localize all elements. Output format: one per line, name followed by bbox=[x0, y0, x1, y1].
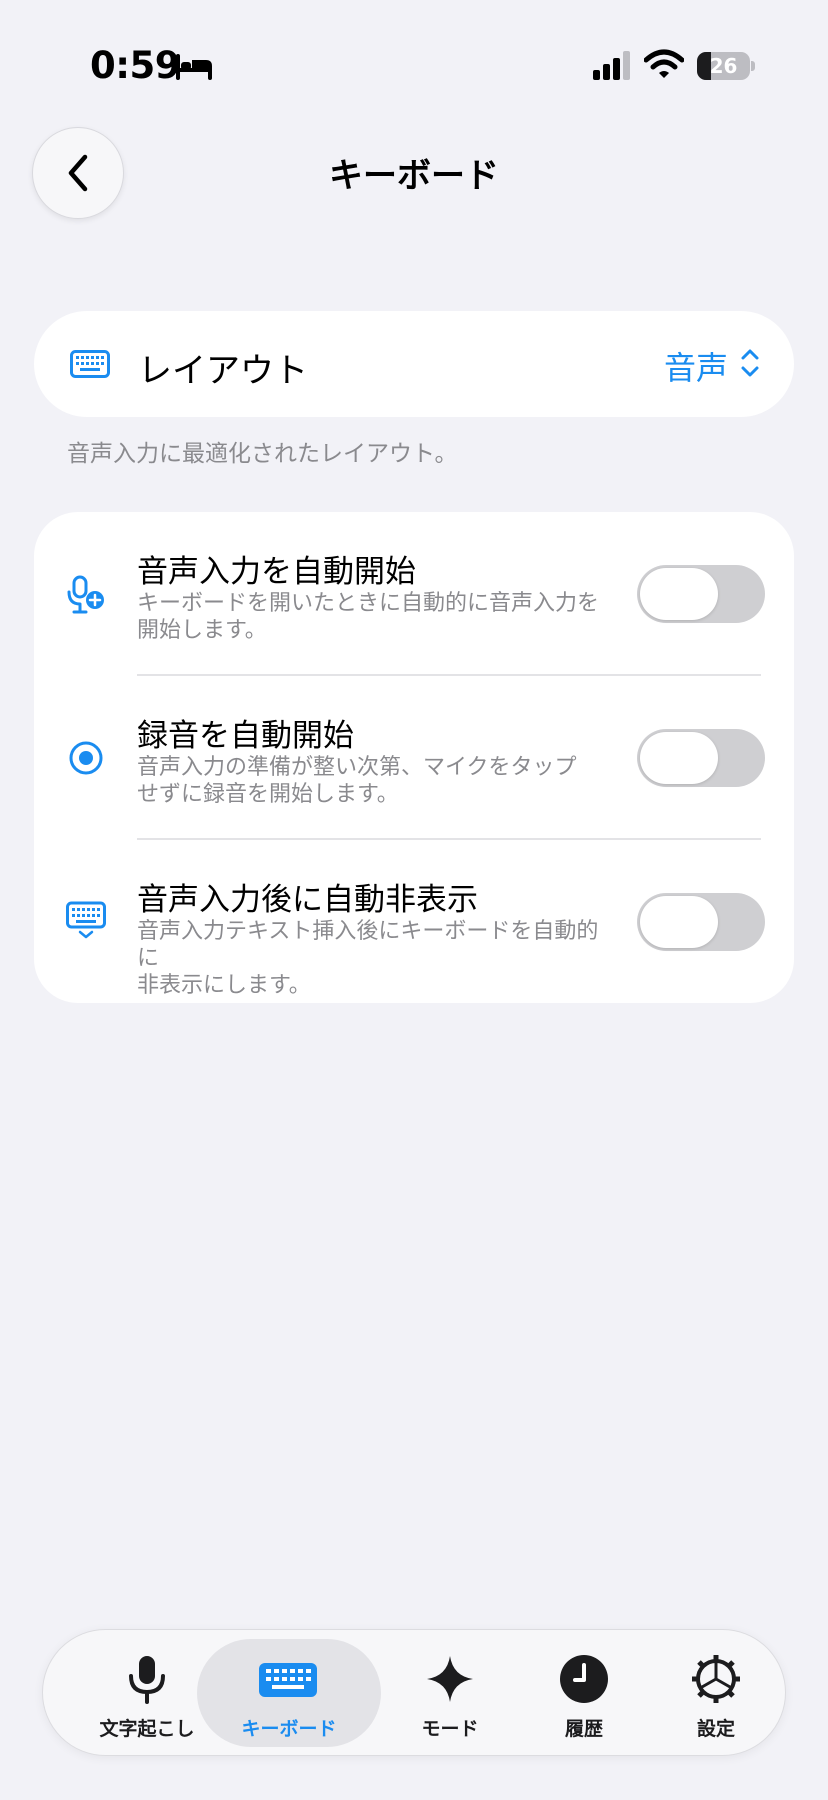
wifi-icon bbox=[644, 49, 684, 78]
layout-value-picker[interactable]: 音声 bbox=[664, 343, 728, 389]
toggle-knob bbox=[640, 568, 718, 620]
layout-label: レイアウト bbox=[138, 351, 308, 391]
status-time: 0:59 bbox=[90, 44, 181, 87]
keyboard-hide-icon bbox=[66, 901, 106, 939]
tab-label: モード bbox=[421, 1718, 479, 1740]
tab-mode[interactable]: モード bbox=[389, 1630, 511, 1755]
chevron-up-down-icon bbox=[741, 349, 759, 377]
auto-start-recording-toggle[interactable] bbox=[637, 729, 765, 787]
toggle-knob bbox=[640, 732, 718, 784]
sparkle-icon bbox=[427, 1656, 473, 1702]
sleep-bed-icon bbox=[176, 54, 212, 80]
page-title: キーボード bbox=[329, 156, 499, 196]
auto-options-card: 音声入力を自動開始 キーボードを開いたときに自動的に音声入力を 開始します。 録… bbox=[34, 512, 794, 1003]
battery-percentage: 26 bbox=[709, 54, 738, 78]
layout-setting-row[interactable]: レイアウト 音声 bbox=[34, 311, 794, 417]
tab-label: キーボード bbox=[241, 1718, 337, 1740]
keyboard-icon bbox=[259, 1663, 317, 1697]
tab-label: 文字起こし bbox=[99, 1718, 195, 1740]
keyboard-settings-screen: 0:59 26 キーボード レイアウト 音声 音声入力に最適化されたレイアウト。… bbox=[0, 0, 828, 1800]
toggle-knob bbox=[640, 896, 718, 948]
option-title: 録音を自動開始 bbox=[137, 718, 354, 754]
layout-footnote: 音声入力に最適化されたレイアウト。 bbox=[67, 441, 458, 467]
option-description: キーボードを開いたときに自動的に音声入力を 開始します。 bbox=[137, 591, 600, 643]
option-row-auto-start-input: 音声入力を自動開始 キーボードを開いたときに自動的に音声入力を 開始します。 bbox=[34, 512, 794, 676]
option-row-auto-hide: 音声入力後に自動非表示 音声入力テキスト挿入後にキーボードを自動的に 非表示にし… bbox=[34, 840, 794, 1004]
tab-label: 履歴 bbox=[564, 1718, 603, 1740]
option-row-auto-start-recording: 録音を自動開始 音声入力の準備が整い次第、マイクをタップ せずに録音を開始します… bbox=[34, 676, 794, 840]
battery-indicator: 26 bbox=[697, 52, 755, 80]
record-icon bbox=[69, 741, 103, 775]
tab-settings[interactable]: 設定 bbox=[655, 1630, 777, 1755]
tab-history[interactable]: 履歴 bbox=[523, 1630, 645, 1755]
gear-icon bbox=[692, 1655, 740, 1703]
option-title: 音声入力後に自動非表示 bbox=[137, 882, 478, 918]
tab-transcribe[interactable]: 文字起こし bbox=[83, 1630, 211, 1755]
tab-bar: 文字起こし キーボード モード 履歴 設定 bbox=[42, 1629, 786, 1756]
option-description: 音声入力の準備が整い次第、マイクをタップ せずに録音を開始します。 bbox=[137, 755, 577, 807]
option-title: 音声入力を自動開始 bbox=[137, 554, 416, 590]
cellular-signal-icon bbox=[593, 51, 630, 80]
auto-start-input-toggle[interactable] bbox=[637, 565, 765, 623]
option-description: 音声入力テキスト挿入後にキーボードを自動的に 非表示にします。 bbox=[137, 919, 599, 998]
status-bar: 0:59 26 bbox=[0, 0, 828, 130]
microphone-icon bbox=[129, 1656, 165, 1704]
auto-hide-toggle[interactable] bbox=[637, 893, 765, 951]
tab-keyboard[interactable]: キーボード bbox=[197, 1630, 381, 1755]
mic-plus-icon bbox=[67, 575, 104, 614]
tab-label: 設定 bbox=[696, 1718, 735, 1740]
keyboard-icon bbox=[70, 350, 110, 378]
clock-icon bbox=[560, 1655, 608, 1703]
